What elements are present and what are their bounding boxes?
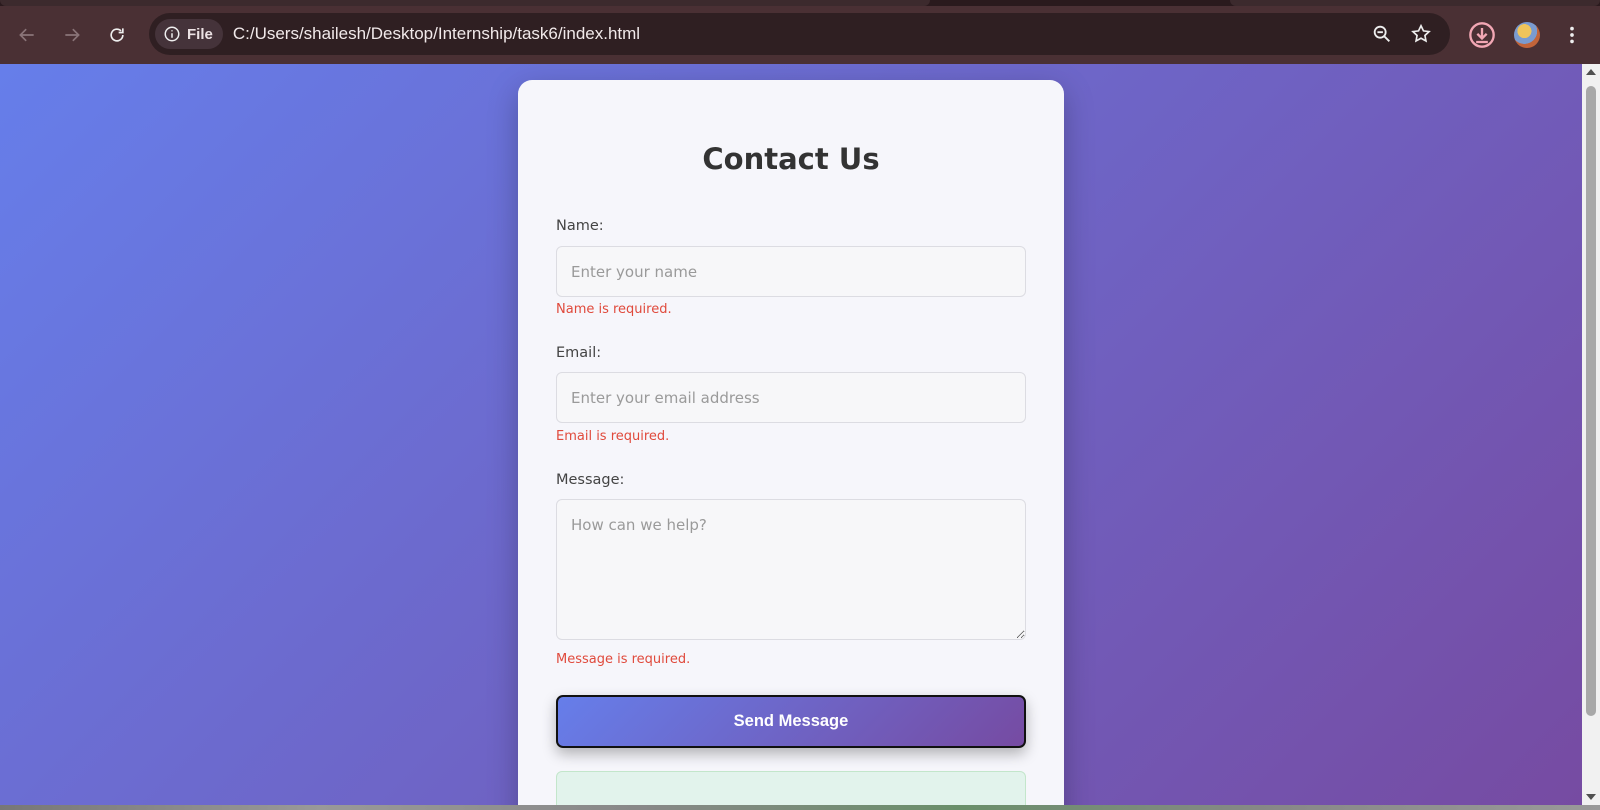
- download-icon: [1469, 22, 1495, 48]
- name-error: Name is required.: [556, 302, 672, 317]
- download-button[interactable]: [1467, 20, 1497, 50]
- scrollbar-thumb[interactable]: [1586, 86, 1596, 716]
- scroll-up-arrow-icon[interactable]: [1586, 69, 1596, 75]
- page-scrollbar[interactable]: [1582, 64, 1600, 805]
- status-message-box: [556, 771, 1026, 805]
- desktop-taskbar-edge: [0, 805, 1600, 810]
- zoom-icon: [1373, 25, 1390, 42]
- reload-button[interactable]: [100, 18, 134, 52]
- star-icon: [1411, 23, 1431, 43]
- profile-avatar: [1514, 22, 1540, 48]
- scroll-down-arrow-icon[interactable]: [1586, 794, 1596, 800]
- site-info-chip[interactable]: File: [155, 19, 223, 49]
- reload-icon: [110, 28, 124, 42]
- forward-button[interactable]: [55, 18, 89, 52]
- back-arrow-icon: [19, 28, 34, 42]
- back-button[interactable]: [10, 18, 44, 52]
- info-icon: [164, 26, 180, 42]
- address-bar[interactable]: File C:/Users/shailesh/Desktop/Internshi…: [149, 13, 1450, 55]
- page-title: Contact Us: [702, 142, 880, 176]
- zoom-button[interactable]: [1370, 22, 1394, 46]
- page-viewport: Contact Us Name: Name is required. Email…: [0, 64, 1582, 805]
- email-input[interactable]: [556, 372, 1026, 423]
- name-input[interactable]: [556, 246, 1026, 297]
- forward-arrow-icon: [65, 28, 80, 42]
- kebab-menu-icon: [1570, 26, 1574, 44]
- email-label: Email:: [556, 345, 602, 361]
- contact-card: Contact Us Name: Name is required. Email…: [518, 80, 1064, 805]
- url-text[interactable]: C:/Users/shailesh/Desktop/Internship/tas…: [233, 24, 640, 44]
- email-error: Email is required.: [556, 429, 670, 444]
- browser-toolbar: File C:/Users/shailesh/Desktop/Internshi…: [0, 6, 1600, 64]
- message-error: Message is required.: [556, 652, 691, 667]
- profile-button[interactable]: [1512, 20, 1542, 50]
- menu-button[interactable]: [1557, 20, 1587, 50]
- site-chip-label: File: [187, 25, 213, 43]
- send-message-button[interactable]: Send Message: [556, 695, 1026, 748]
- name-label: Name:: [556, 218, 604, 234]
- message-label: Message:: [556, 472, 625, 488]
- bookmark-button[interactable]: [1409, 22, 1433, 46]
- message-textarea[interactable]: [556, 499, 1026, 640]
